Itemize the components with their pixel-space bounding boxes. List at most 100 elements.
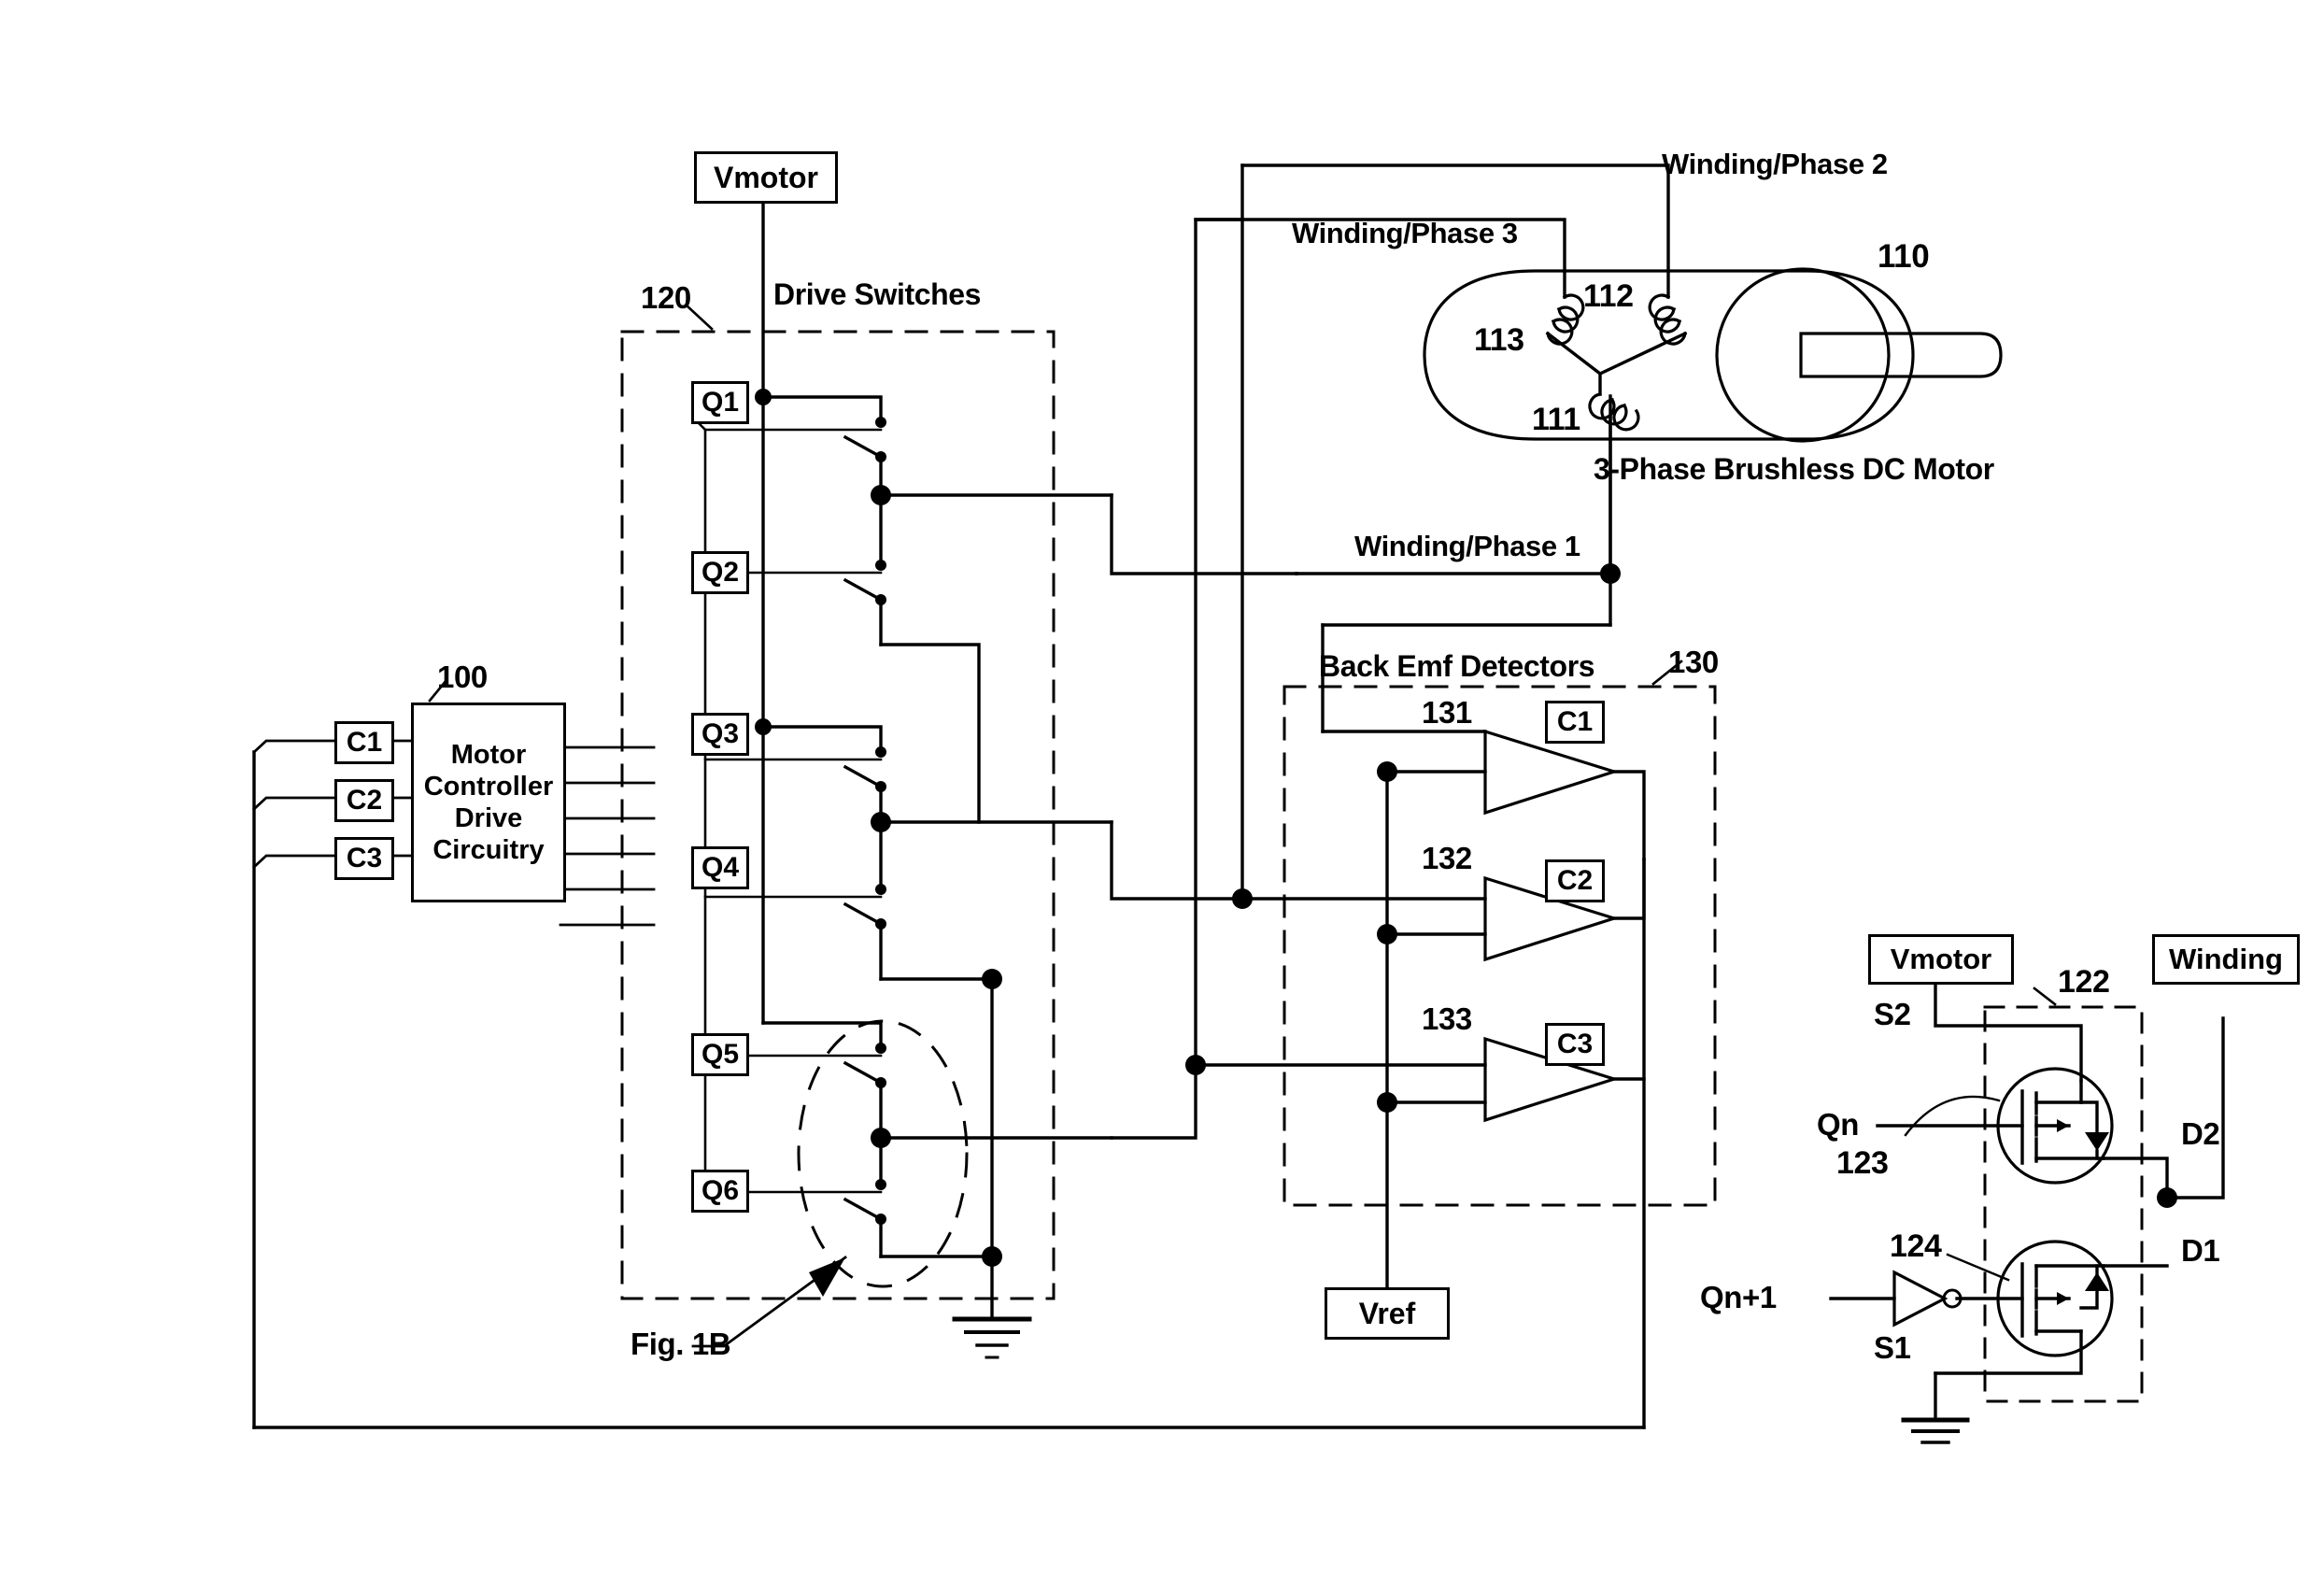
motor-rotor-disc: [1715, 267, 1891, 443]
c131-out: [1612, 770, 1646, 861]
q4-blade: [843, 901, 884, 927]
q6-blade: [843, 1197, 884, 1222]
q3-top-wire: [761, 725, 883, 754]
phase3-riser: [1194, 218, 1244, 1067]
motor-title: 3-Phase Brushless DC Motor: [1594, 452, 1994, 486]
leader-124: [1946, 1253, 2010, 1282]
dot-q5-q6-node: [871, 1128, 891, 1148]
dot-q3-q4-node: [871, 812, 891, 832]
fig-1b-arrowhead: [809, 1257, 845, 1297]
leader-122: [2033, 987, 2057, 1006]
dot-phase1-tap: [1600, 563, 1621, 584]
q2-out-to-node: [879, 643, 981, 824]
cmp-c1-text: C1: [1556, 706, 1594, 737]
m124-body-arrow: [2057, 1292, 2069, 1305]
drive-switches-title: Drive Switches: [773, 277, 982, 311]
ref-122: 122: [2058, 964, 2110, 1000]
vmotor-label: Vmotor: [714, 160, 818, 194]
comparator-output-c1: C1: [1545, 701, 1605, 744]
ref-131: 131: [1422, 695, 1472, 730]
junction-dots: [755, 389, 2177, 1267]
phase1-seg-a: [1110, 493, 1298, 575]
m123-diode-tri: [2085, 1132, 2109, 1151]
inset-winding-label: Winding: [2169, 943, 2283, 975]
ctrl-c1-text: C1: [346, 727, 383, 758]
d2-node-run: [2102, 1157, 2169, 1200]
q3-text: Q3: [701, 718, 740, 749]
controller-line-3: Drive: [454, 803, 523, 833]
fig-1b-caption: Fig. 1B: [631, 1327, 731, 1361]
vref-label: Vref: [1358, 1296, 1416, 1330]
q2-blade: [843, 577, 884, 603]
inverter-body: [1892, 1270, 1948, 1327]
ref-100: 100: [437, 660, 488, 694]
cmp-c3-text: C3: [1556, 1029, 1594, 1059]
controller-line-1: Motor: [450, 739, 527, 770]
ref-111: 111: [1532, 402, 1580, 437]
q1-top-wire: [761, 395, 883, 424]
node-qn1-label: Qn+1: [1700, 1280, 1777, 1314]
w112-to-center: [1597, 331, 1688, 376]
winding-phase-2-label: Winding/Phase 2: [1662, 148, 1888, 180]
w111-coil: [1588, 392, 1640, 432]
q5-blade: [843, 1060, 884, 1086]
patent-figure-1a: Vmotor Drive Switches 120 Q1 Q2 Q3 Q4 Q5…: [0, 0, 2324, 1590]
winding-inset-lead: [2165, 1016, 2225, 1200]
ref-132: 132: [1422, 841, 1472, 875]
vmotor-supply-box: Vmotor: [694, 151, 838, 204]
dot-vmotor-q3: [755, 718, 772, 735]
vref-box: Vref: [1325, 1287, 1450, 1340]
dot-q4-return: [982, 969, 1002, 989]
q5-top-wire: [761, 1021, 883, 1050]
drive-switches-boundary: [620, 330, 1056, 1300]
comparator-131-body: [1483, 729, 1620, 816]
inset-winding-box: Winding: [2152, 934, 2300, 985]
controller-input-c2: C2: [334, 779, 394, 822]
w113-to-center: [1545, 331, 1603, 376]
motor-shaft: [1799, 332, 2003, 378]
ref-133: 133: [1422, 1001, 1472, 1036]
switch-label-q3: Q3: [691, 713, 749, 756]
q1-blade: [843, 434, 884, 460]
switch-label-q5: Q5: [691, 1033, 749, 1076]
dot-phase2-tap: [1232, 888, 1253, 909]
phase2-seg-a: [1110, 820, 1244, 901]
dot-d1-d2-node: [2157, 1187, 2177, 1208]
switch-label-q2: Q2: [691, 551, 749, 594]
cmp-c2-text: C2: [1556, 865, 1594, 896]
dot-q1-q2-node: [871, 485, 891, 505]
dot-vref-c3: [1377, 1092, 1397, 1113]
ctrl-c3-text: C3: [346, 843, 383, 873]
q1-text: Q1: [701, 387, 740, 418]
c132-in-noop: [1242, 878, 1485, 899]
node-s2-label: S2: [1874, 997, 1911, 1031]
switch-label-q1: Q1: [691, 381, 749, 424]
inset-vmotor-label: Vmotor: [1890, 943, 1992, 975]
switch-label-q4: Q4: [691, 846, 749, 889]
ref-110: 110: [1878, 238, 1930, 275]
winding-phase-3-label: Winding/Phase 3: [1292, 217, 1518, 249]
ref-130: 130: [1668, 645, 1719, 679]
ref-113: 113: [1474, 322, 1524, 358]
controller-input-c3: C3: [334, 837, 394, 880]
back-emf-title: Back Emf Detectors: [1319, 649, 1595, 683]
ref-123: 123: [1836, 1145, 1889, 1181]
ref-120: 120: [641, 280, 691, 315]
phase3-seg-a: [1110, 1063, 1197, 1140]
dot-vref-c2: [1377, 924, 1397, 944]
controller-input-c1: C1: [334, 721, 394, 764]
node-d2-label: D2: [2181, 1116, 2220, 1151]
q4-text: Q4: [701, 852, 740, 883]
controller-line-4: Circuitry: [432, 835, 545, 866]
ctrl-c2-text: C2: [346, 785, 383, 816]
ref-124: 124: [1890, 1228, 1942, 1264]
q6-text: Q6: [701, 1175, 740, 1206]
m124-diode-tail: [2079, 1289, 2099, 1310]
dot-vref-c1: [1377, 761, 1397, 782]
inset-block-122-boundary: [1983, 1005, 2144, 1403]
inset-vmotor-box: Vmotor: [1868, 934, 2014, 985]
node-s1-label: S1: [1874, 1330, 1911, 1365]
fig-1b-callout-ellipse: [797, 1019, 969, 1288]
comparator-output-c2: C2: [1545, 859, 1605, 902]
controller-line-2: Controller: [423, 771, 554, 802]
